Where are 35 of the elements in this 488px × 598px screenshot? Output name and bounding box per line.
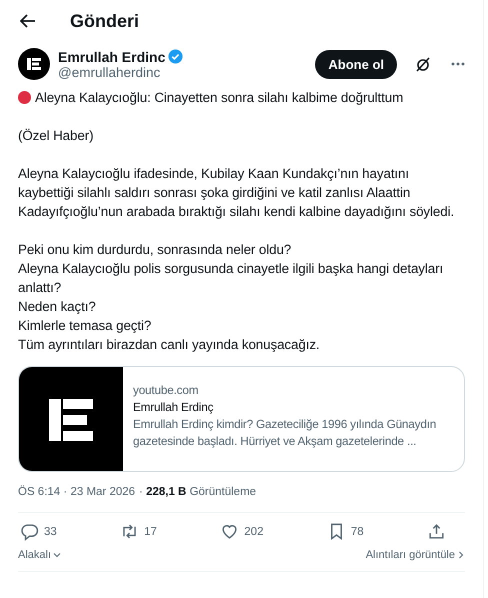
- reply-button[interactable]: 33: [20, 522, 57, 541]
- link-title: Emrullah Erdinç: [133, 399, 214, 416]
- post-time[interactable]: ÖS 6:14 · 23 Mar 2026: [18, 486, 136, 498]
- live-dot-icon: [18, 91, 31, 104]
- more-icon[interactable]: [451, 62, 465, 66]
- repost-button[interactable]: 17: [120, 522, 157, 541]
- heart-icon: [220, 522, 240, 541]
- link-domain: youtube.com: [133, 382, 200, 399]
- view-quotes-link[interactable]: Alıntıları görüntüle: [366, 549, 465, 561]
- sort-dropdown[interactable]: Alakalı: [18, 549, 62, 561]
- chevron-right-icon: [457, 551, 465, 559]
- subscribe-button[interactable]: Abone ol: [315, 50, 397, 78]
- link-description: Emrullah Erdinç kimdir? Gazeteciliğe 1996 yılında Günaydın gazetesinde başladı. Hürriyet ve Akşam gazetelerinde ...: [133, 416, 438, 450]
- back-arrow-icon[interactable]: [20, 14, 36, 28]
- avatar-logo-icon[interactable]: [18, 48, 50, 80]
- post-paragraph: (Özel Haber): [18, 127, 94, 145]
- view-count: · 228,1 B Görüntüleme: [139, 486, 256, 498]
- logo-thumbnail-icon: [19, 367, 123, 471]
- post-line: Aleyna Kalaycıoğlu polis sorgusunda cinayetle ilgili başka hangi detayları anlattı?: [18, 260, 444, 297]
- post-line: Peki onu kim durdurdu, sonrasında neler oldu?: [18, 241, 292, 259]
- post-headline: Aleyna Kalaycıoğlu: Cinayetten sonra silahı kalbime doğrulttum: [35, 89, 404, 107]
- post-line: Neden kaçtı?: [18, 298, 97, 316]
- heart-button[interactable]: 202: [220, 522, 264, 541]
- bookmark-button[interactable]: 78: [326, 522, 364, 541]
- author-handle[interactable]: @emrullaherdinc: [58, 64, 308, 80]
- link-card[interactable]: youtube.com Emrullah Erdinç Emrullah Erdinç kimdir? Gazeteciliğe 1996 yılında Günaydın gazetesinde başladı. Hürriyet ve Akşam gazetelerinde ...: [18, 366, 465, 472]
- slashed-circle-icon[interactable]: [415, 56, 431, 72]
- post-line: Kimlerle temasa geçti?: [18, 317, 152, 335]
- share-icon: [426, 522, 446, 541]
- chevron-down-icon: [53, 551, 62, 559]
- page-title: Gönderi: [70, 10, 140, 32]
- post-paragraph: Aleyna Kalaycıoğlu ifadesinde, Kubilay Kaan Kundakçı’nın hayatını kaybettiği silahlı saldırı sonrası şoka girdiğini ve katil zanlısı Alaattin Kadayıfçıoğlu’nun arabada bıraktığı silahı kendi kalbine dayadığını söyledi.: [18, 165, 456, 221]
- author-name[interactable]: Emrullah Erdinc: [58, 48, 166, 64]
- post-line: Tüm ayrıntıları birazdan canlı yayında konuşacağız.: [18, 336, 321, 354]
- reply-icon: [20, 522, 39, 541]
